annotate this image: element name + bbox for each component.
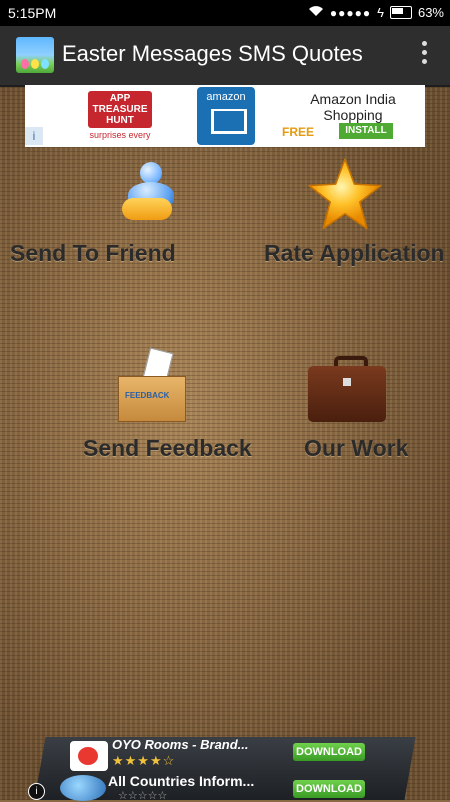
our-work-button[interactable]: Our Work (304, 435, 408, 462)
top-banner-ad[interactable]: APP TREASURE HUNT surprises every amazon… (25, 85, 425, 147)
oyo-logo-icon (70, 741, 108, 771)
status-icons: ●●●●● ϟ 63% (308, 5, 444, 20)
app-title: Easter Messages SMS Quotes (62, 41, 363, 66)
send-to-friend-icon[interactable] (120, 160, 182, 230)
app-bar: Easter Messages SMS Quotes (0, 26, 450, 87)
star-icon[interactable] (306, 156, 384, 234)
feedback-box-icon[interactable]: FEEDBACK (116, 347, 190, 430)
rate-application-button[interactable]: Rate Application (264, 240, 445, 267)
bottom-banner-ad[interactable]: OYO Rooms - Brand... ★★★★☆ DOWNLOAD All … (0, 737, 450, 802)
ad-info-icon[interactable]: i (28, 783, 45, 800)
status-bar: 5:15PM ●●●●● ϟ 63% (0, 0, 450, 26)
battery-percent: 63% (417, 5, 444, 20)
ad-item-2-rating: ☆☆☆☆☆ (118, 790, 168, 802)
ad-info-icon[interactable]: i (25, 127, 43, 145)
status-time: 5:15PM (8, 5, 57, 21)
install-button[interactable]: INSTALL (339, 123, 393, 139)
amazon-logo-icon: amazon (197, 87, 255, 145)
ad-item-1-title: OYO Rooms - Brand... (112, 737, 249, 752)
charging-icon: ϟ (377, 5, 384, 20)
cart-icon (211, 109, 247, 134)
briefcase-icon[interactable] (308, 356, 386, 426)
app-logo-icon (16, 37, 54, 73)
ad-tagline: surprises every (89, 130, 151, 140)
signal-icon: ●●●●● (329, 5, 372, 20)
ad-title: Amazon India Shopping (310, 91, 396, 123)
ad-item-1-rating: ★★★★☆ (112, 753, 176, 768)
ad-item-2-title: All Countries Inform... (108, 773, 255, 789)
wifi-icon (308, 5, 324, 20)
overflow-menu-icon[interactable] (422, 41, 428, 64)
download-button-1[interactable]: DOWNLOAD (293, 743, 365, 761)
treasure-hunt-logo: APP TREASURE HUNT surprises every (85, 91, 155, 140)
globe-icon (60, 775, 106, 801)
send-to-friend-button[interactable]: Send To Friend (10, 240, 176, 267)
send-feedback-button[interactable]: Send Feedback (83, 435, 252, 462)
ad-price: FREE (282, 125, 315, 139)
battery-icon (389, 6, 412, 19)
download-button-2[interactable]: DOWNLOAD (293, 780, 365, 798)
